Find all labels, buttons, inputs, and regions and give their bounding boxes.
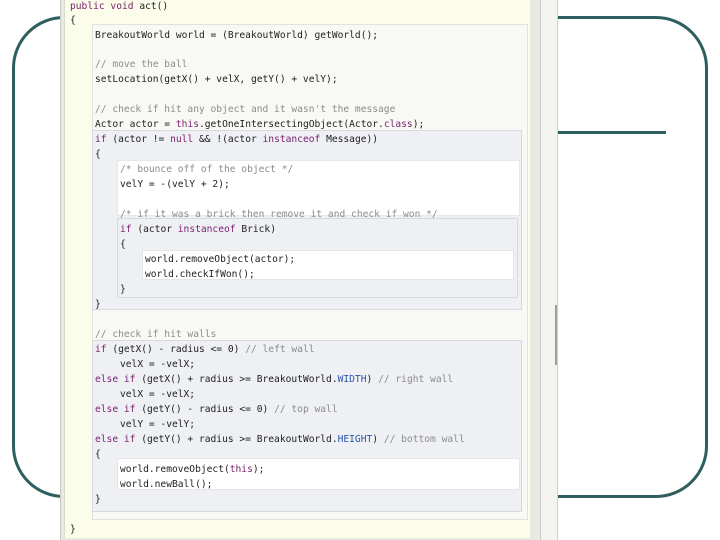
code-line-7: Actor actor = this.getOneIntersectingObj… [95,119,425,130]
slide-frame-rule [556,131,666,134]
code-line-13: if (actor instanceof Brick) [120,224,276,235]
code-line-8: if (actor != null && !(actor instanceof … [95,134,379,145]
code-line-27: { [95,449,101,460]
code-line-30: } [95,494,101,505]
code-line-9: { [95,149,101,160]
code-line-14: { [120,239,126,250]
code-line-5: setLocation(getX() + velX, getY() + velY… [95,74,338,85]
code-line-16: world.checkIfWon(); [145,269,255,280]
code-line-24: else if (getY() - radius <= 0) // top wa… [95,404,338,415]
code-line-21: velX = -velX; [120,359,196,370]
code-line-12: /* if it was a brick then remove it and … [120,209,438,220]
code-line-22: else if (getX() + radius >= BreakoutWorl… [95,374,454,385]
code-line-19: // check if hit walls [95,329,217,340]
code-line-15: world.removeObject(actor); [145,254,296,265]
code-line-1: public void act() [70,1,169,12]
code-line-25: velY = -velY; [120,419,196,430]
code-line-31: } [70,524,76,535]
code-line-2: { [70,15,76,26]
code-line-23: velX = -velX; [120,389,196,400]
code-line-10: /* bounce off of the object */ [120,164,294,175]
code-line-28: world.removeObject(this); [120,464,265,475]
code-line-26: else if (getY() + radius >= BreakoutWorl… [95,434,465,445]
code-line-29: world.newBall(); [120,479,213,490]
code-line-4: // move the ball [95,59,188,70]
vertical-scrollbar[interactable] [541,0,558,540]
code-line-11: velY = -(velY + 2); [120,179,230,190]
code-line-17: } [120,284,126,295]
code-line-6: // check if hit any object and it wasn't… [95,104,396,115]
code-line-18: } [95,299,101,310]
code-line-20: if (getX() - radius <= 0) // left wall [95,344,315,355]
code-line-3: BreakoutWorld world = (BreakoutWorld) ge… [95,30,379,41]
